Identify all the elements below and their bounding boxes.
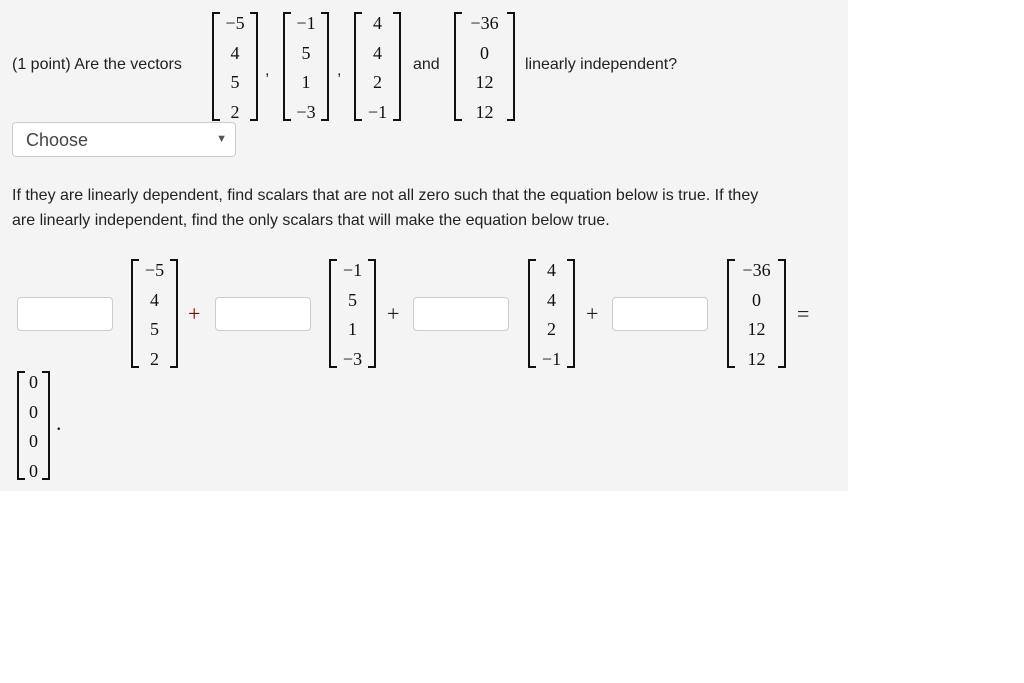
- matrix-entry: 12: [747, 348, 766, 369]
- matrix-entry: −36: [742, 260, 771, 280]
- matrix-entry: 12: [747, 319, 766, 339]
- matrix-entry: 4: [150, 289, 159, 310]
- vector-matrix: −36 0 12 12: [727, 259, 786, 369]
- matrix-entry: 1: [348, 319, 357, 339]
- matrix-entry: −3: [342, 348, 363, 369]
- matrix-entry: 0: [29, 401, 38, 422]
- period: .: [56, 410, 62, 435]
- matrix-entry: 0: [480, 42, 489, 63]
- scalar-input-3[interactable]: [413, 297, 509, 331]
- plus-sign: +: [188, 301, 201, 326]
- matrix-entry: −36: [470, 13, 499, 33]
- comma: ,: [337, 62, 342, 79]
- matrix-entry: −5: [144, 260, 165, 280]
- matrix-entry: −5: [225, 13, 245, 33]
- matrix-entry: 5: [230, 72, 240, 92]
- matrix-entry: 0: [29, 460, 38, 481]
- vector-matrix: −5 4 5 2: [131, 259, 178, 369]
- matrix-entry: −3: [296, 101, 316, 122]
- matrix-entry: 1: [301, 72, 311, 92]
- and-text: and: [413, 56, 440, 73]
- matrix-entry: 4: [547, 289, 556, 310]
- vector-matrix: 4 4 2 −1: [354, 12, 401, 122]
- vector-matrix: −1 5 1 −3: [329, 259, 376, 369]
- question-prefix: (1 point) Are the vectors: [12, 56, 182, 73]
- matrix-entry: 12: [475, 101, 494, 122]
- question-suffix: linearly independent?: [525, 56, 678, 73]
- vector-matrix: 0 0 0 0: [17, 371, 50, 481]
- matrix-entry: 4: [547, 260, 556, 280]
- matrix-entry: 2: [547, 319, 556, 339]
- vector-matrix: −1 5 1 −3: [283, 12, 329, 122]
- matrix-entry: −1: [296, 13, 316, 33]
- problem-panel: (1 point) Are the vectors , , and linear…: [0, 0, 848, 491]
- matrix-entry: 5: [150, 319, 159, 339]
- matrix-entry: 0: [29, 431, 38, 451]
- vector-matrix: −36 0 12 12: [454, 12, 515, 122]
- scalar-input-4[interactable]: [612, 297, 708, 331]
- instructions-line-2: are linearly independent, find the only …: [12, 212, 610, 229]
- plus-sign: +: [387, 301, 400, 326]
- comma: ,: [265, 62, 270, 79]
- scalar-input-1[interactable]: [17, 297, 113, 331]
- matrix-entry: −1: [367, 101, 388, 122]
- matrix-entry: −1: [342, 260, 363, 280]
- matrix-entry: 4: [230, 42, 240, 63]
- instructions-line-1: If they are linearly dependent, find sca…: [12, 187, 759, 204]
- select-value: Choose: [26, 130, 89, 150]
- matrix-entry: 2: [230, 101, 240, 122]
- chevron-down-icon: ▼: [216, 133, 227, 145]
- vector-matrix: −5 4 5 2: [212, 12, 258, 122]
- plus-sign: +: [586, 301, 599, 326]
- matrix-entry: 0: [29, 372, 38, 392]
- answer-select[interactable]: Choose ▼: [12, 122, 236, 157]
- matrix-entry: 5: [348, 289, 357, 310]
- vector-matrix: 4 4 2 −1: [528, 259, 575, 369]
- equals-sign: =: [797, 301, 810, 326]
- matrix-entry: 12: [475, 72, 494, 92]
- matrix-entry: 2: [150, 348, 159, 369]
- matrix-entry: 0: [752, 289, 761, 310]
- matrix-entry: 5: [301, 42, 311, 63]
- matrix-entry: 2: [373, 72, 382, 92]
- matrix-entry: 4: [373, 42, 382, 63]
- scalar-input-2[interactable]: [215, 297, 311, 331]
- matrix-entry: −1: [541, 348, 562, 369]
- matrix-entry: 4: [373, 13, 382, 33]
